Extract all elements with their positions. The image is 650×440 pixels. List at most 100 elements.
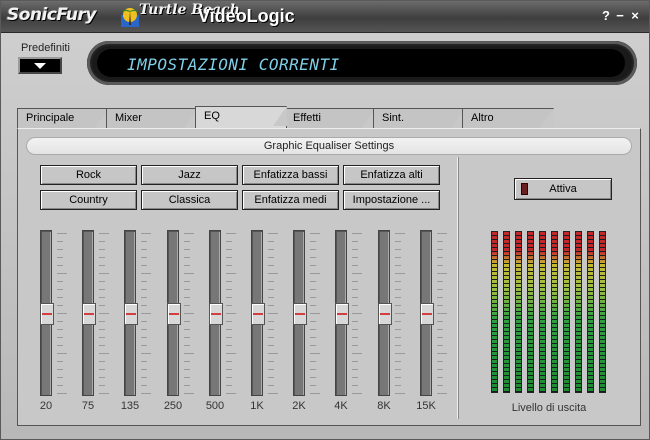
slider-ticks: [226, 233, 236, 394]
eq-slider-thumb[interactable]: [167, 303, 181, 325]
tab-eq[interactable]: EQ: [195, 106, 287, 128]
eq-slider-thumb[interactable]: [124, 303, 138, 325]
tab-sint[interactable]: Sint.: [373, 108, 465, 128]
tab-label: Principale: [26, 112, 75, 124]
presets-dropdown[interactable]: [18, 57, 62, 74]
status-display: IMPOSTAZIONI CORRENTI: [87, 41, 637, 85]
eq-slider-track[interactable]: [251, 230, 265, 396]
tab-principale[interactable]: Principale: [17, 108, 109, 128]
slider-ticks: [352, 233, 362, 394]
slider-ticks: [184, 233, 194, 394]
minimize-button[interactable]: −: [613, 9, 627, 23]
tab-label: Altro: [471, 112, 494, 124]
brand-sonicfury-logo: SonicFury: [7, 5, 96, 25]
slider-mark: [380, 313, 390, 315]
palm-tree-logo-icon: [121, 8, 139, 27]
output-level-meter: [587, 231, 594, 393]
eq-slider-track[interactable]: [167, 230, 181, 396]
slider-mark: [42, 313, 52, 315]
eq-slider-track[interactable]: [378, 230, 392, 396]
preset-mid-boost-button[interactable]: Enfatizza medi: [242, 190, 339, 210]
slider-mark: [84, 313, 94, 315]
eq-slider-track[interactable]: [335, 230, 349, 396]
eq-slider-thumb[interactable]: [293, 303, 307, 325]
eq-slider-track[interactable]: [209, 230, 223, 396]
slider-ticks: [310, 233, 320, 394]
eq-slider-thumb[interactable]: [82, 303, 96, 325]
tab-altro[interactable]: Altro: [462, 108, 554, 128]
eq-band-label: 15K: [416, 400, 436, 412]
preset-jazz-button[interactable]: Jazz: [141, 165, 238, 185]
eq-slider-thumb[interactable]: [378, 303, 392, 325]
output-level-section: Attiva Livello di uscita: [464, 157, 636, 419]
eq-band-label: 4K: [334, 400, 348, 412]
slider-ticks: [57, 233, 67, 394]
slider-mark: [211, 313, 221, 315]
tab-label: Effetti: [293, 112, 321, 124]
preset-bass-boost-button[interactable]: Enfatizza bassi: [242, 165, 339, 185]
output-level-meter: [563, 231, 570, 393]
preset-treble-boost-button[interactable]: Enfatizza alti: [343, 165, 440, 185]
slider-mark: [295, 313, 305, 315]
eq-slider-thumb[interactable]: [209, 303, 223, 325]
panel-title: Graphic Equaliser Settings: [26, 137, 632, 155]
equalizer-section: Rock Jazz Enfatizza bassi Enfatizza alti…: [26, 157, 458, 419]
eq-band-label: 2K: [292, 400, 306, 412]
activate-button[interactable]: Attiva: [514, 178, 612, 200]
eq-band-label: 1K: [250, 400, 264, 412]
eq-slider-track[interactable]: [293, 230, 307, 396]
slider-ticks: [437, 233, 447, 394]
output-level-meter: [599, 231, 606, 393]
eq-band-label: 135: [120, 400, 140, 412]
activate-label: Attiva: [549, 183, 577, 195]
slider-mark: [337, 313, 347, 315]
output-level-meter: [515, 231, 522, 393]
output-level-meter: [539, 231, 546, 393]
eq-slider-thumb[interactable]: [335, 303, 349, 325]
eq-band-label: 250: [163, 400, 183, 412]
tab-label: Sint.: [382, 112, 405, 124]
preset-classical-button[interactable]: Classica: [141, 190, 238, 210]
slider-mark: [169, 313, 179, 315]
brand-videologic-logo: VideoLogic: [198, 6, 295, 26]
slider-mark: [422, 313, 432, 315]
eq-slider-thumb[interactable]: [40, 303, 54, 325]
eq-slider-thumb[interactable]: [420, 303, 434, 325]
output-level-meter: [575, 231, 582, 393]
tab-label: Mixer: [115, 112, 142, 124]
eq-panel: Graphic Equaliser Settings Rock Jazz Enf…: [17, 128, 641, 426]
preset-rock-button[interactable]: Rock: [40, 165, 137, 185]
title-bar[interactable]: SonicFury Turtle Beach VideoLogic ? − ×: [1, 1, 649, 33]
close-button[interactable]: ×: [628, 9, 642, 23]
eq-slider-track[interactable]: [82, 230, 96, 396]
output-level-meter: [491, 231, 498, 393]
help-button[interactable]: ?: [599, 9, 613, 23]
chevron-down-icon: [34, 63, 46, 69]
tab-label: EQ: [204, 110, 220, 122]
presets-label: Predefiniti: [21, 42, 70, 54]
eq-slider-track[interactable]: [40, 230, 54, 396]
status-display-screen: IMPOSTAZIONI CORRENTI: [97, 49, 625, 77]
eq-band-label: 500: [205, 400, 225, 412]
slider-ticks: [99, 233, 109, 394]
tab-effetti[interactable]: Effetti: [284, 108, 376, 128]
status-display-text: IMPOSTAZIONI CORRENTI: [127, 55, 340, 74]
slider-ticks: [268, 233, 278, 394]
eq-slider-track[interactable]: [420, 230, 434, 396]
eq-slider-track[interactable]: [124, 230, 138, 396]
output-level-meter: [551, 231, 558, 393]
preset-country-button[interactable]: Country: [40, 190, 137, 210]
tab-mixer[interactable]: Mixer: [106, 108, 198, 128]
output-level-meter: [503, 231, 510, 393]
output-level-meter: [527, 231, 534, 393]
slider-mark: [253, 313, 263, 315]
slider-ticks: [141, 233, 151, 394]
app-window: SonicFury Turtle Beach VideoLogic ? − × …: [0, 0, 650, 440]
preset-settings-button[interactable]: Impostazione ...: [343, 190, 440, 210]
slider-mark: [126, 313, 136, 315]
output-level-label: Livello di uscita: [511, 402, 587, 414]
eq-slider-thumb[interactable]: [251, 303, 265, 325]
eq-band-label: 8K: [377, 400, 391, 412]
slider-ticks: [395, 233, 405, 394]
eq-band-label: 20: [39, 400, 53, 412]
